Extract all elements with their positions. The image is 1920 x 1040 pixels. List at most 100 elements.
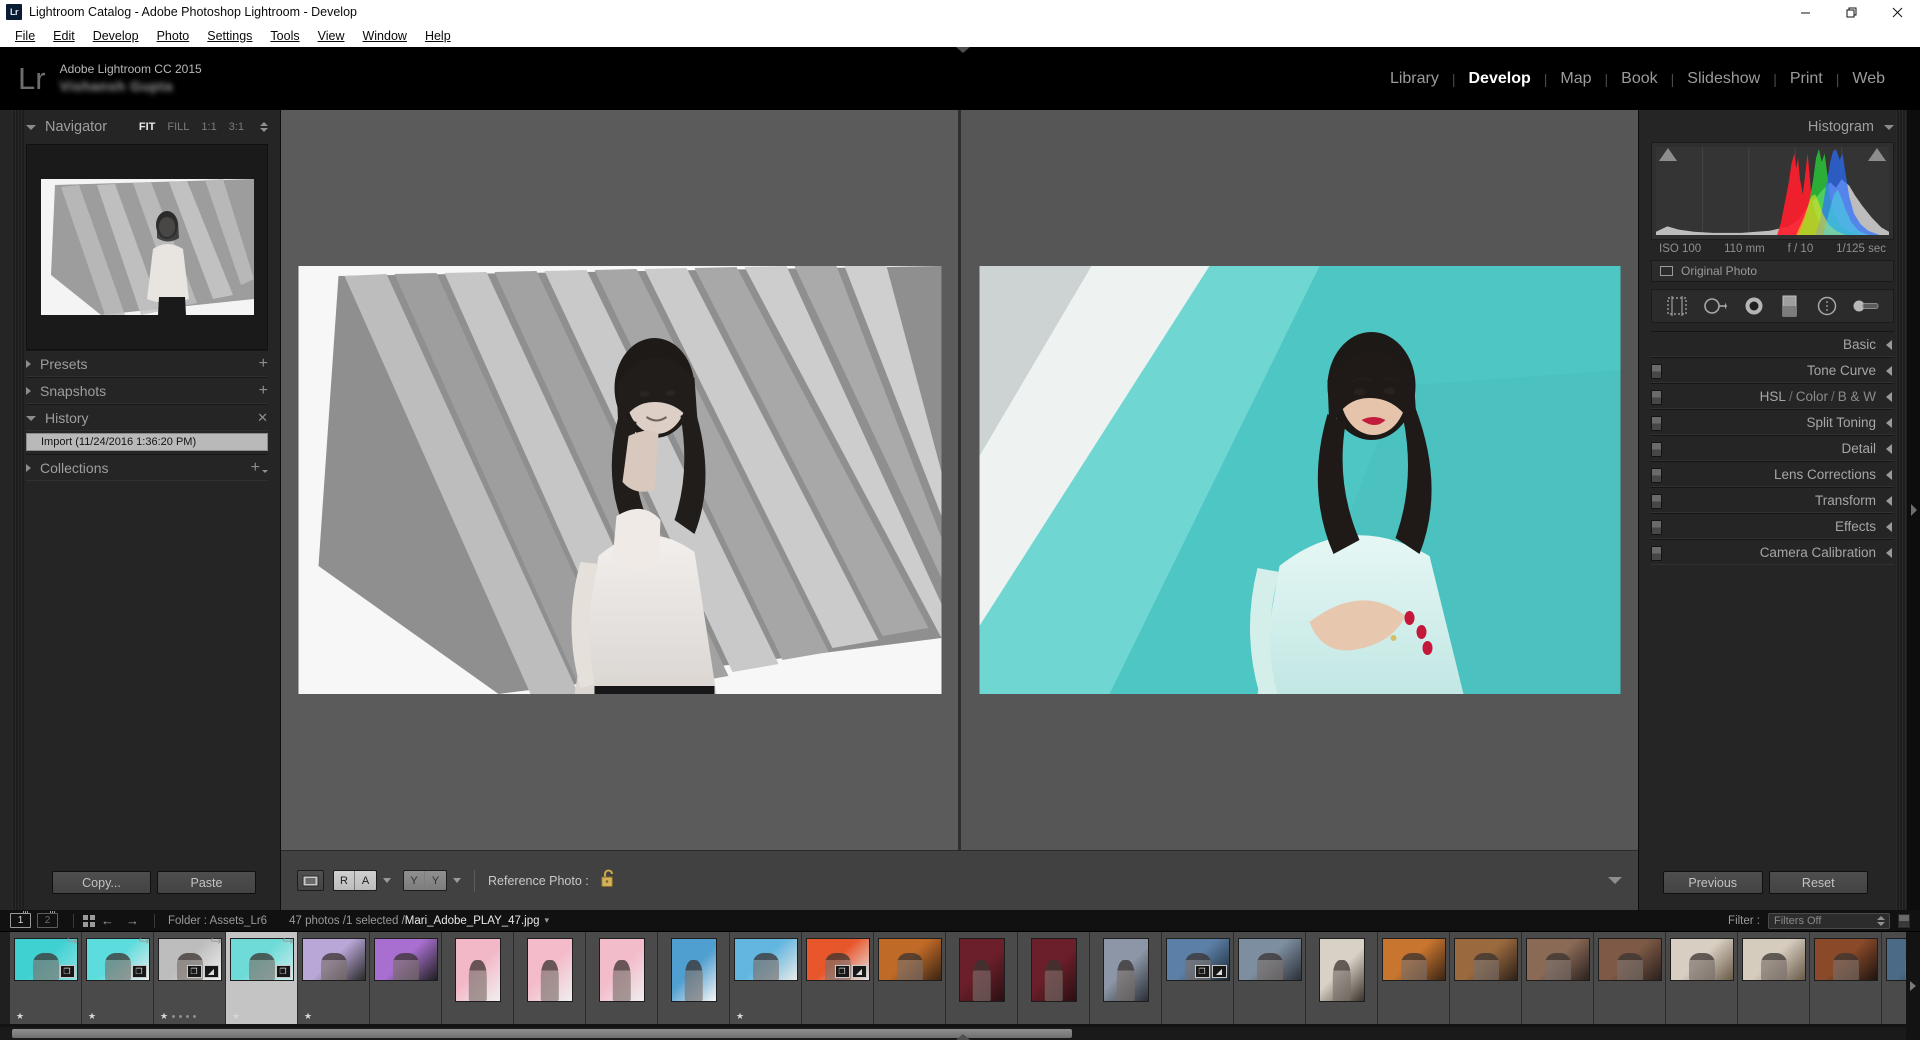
zoom-fit[interactable]: FIT xyxy=(139,121,156,133)
panel-hsl-switch[interactable] xyxy=(1651,390,1662,405)
filmstrip-thumbnail[interactable] xyxy=(442,932,514,1024)
filmstrip-expand-arrow[interactable] xyxy=(1906,932,1920,1040)
rating-dot-icon[interactable] xyxy=(186,1015,189,1018)
filter-stepper-icon[interactable] xyxy=(1877,916,1885,926)
panel-transform[interactable]: Transform xyxy=(1651,487,1894,513)
chevron-left-icon[interactable] xyxy=(1886,496,1892,506)
toolbar-options-caret-icon[interactable] xyxy=(1608,877,1622,884)
left-panel-grip[interactable] xyxy=(12,110,24,910)
star-icon[interactable]: ★ xyxy=(88,1012,96,1021)
before-after-toggle[interactable]: Y Y xyxy=(403,870,447,891)
zoom-3to1[interactable]: 3:1 xyxy=(229,121,244,133)
panel-presets[interactable]: Presets + xyxy=(26,350,268,377)
highlight-clipping-indicator[interactable] xyxy=(1868,148,1886,161)
unlocked-padlock-icon[interactable] xyxy=(601,869,616,893)
panel-detail-switch[interactable] xyxy=(1651,442,1662,457)
bw-tab[interactable]: B & W xyxy=(1838,389,1876,404)
module-book[interactable]: Book xyxy=(1608,70,1670,88)
module-library[interactable]: Library xyxy=(1377,70,1452,88)
filmstrip-thumbnail[interactable]: ★ xyxy=(298,932,370,1024)
flag-icon[interactable]: ↪ xyxy=(210,934,222,948)
module-map[interactable]: Map xyxy=(1547,70,1604,88)
panel-camera-calibration[interactable]: Camera Calibration xyxy=(1651,539,1894,565)
adjustment-brush-tool[interactable] xyxy=(1853,298,1879,314)
stack-badge-icon[interactable]: ❐ xyxy=(835,965,850,978)
filmstrip-toggle-arrow[interactable] xyxy=(956,1034,970,1040)
module-web[interactable]: Web xyxy=(1839,70,1898,88)
star-icon[interactable]: ★ xyxy=(304,1012,312,1021)
histogram-panel[interactable] xyxy=(1651,142,1894,240)
menu-settings[interactable]: Settings xyxy=(198,27,261,45)
reference-photo[interactable] xyxy=(298,266,941,694)
chevron-down-icon[interactable] xyxy=(26,416,36,421)
filmstrip-thumbnail[interactable]: ❐★↪ xyxy=(10,932,82,1024)
filmstrip-thumbnail[interactable]: ❐★↪ xyxy=(82,932,154,1024)
filmstrip-thumbnail[interactable] xyxy=(946,932,1018,1024)
ra-dropdown-caret-icon[interactable] xyxy=(383,878,391,883)
panel-lens-corrections[interactable]: Lens Corrections xyxy=(1651,461,1894,487)
active-photo-pane[interactable] xyxy=(961,110,1638,850)
second-monitor-button[interactable]: 2 xyxy=(37,913,58,928)
module-print[interactable]: Print xyxy=(1777,70,1836,88)
filmstrip-thumbnail[interactable] xyxy=(1306,932,1378,1024)
thumbnail-rating[interactable]: ★ xyxy=(16,1012,24,1021)
flag-icon[interactable]: ↪ xyxy=(66,934,78,948)
soft-proofing-row[interactable]: Original Photo xyxy=(1651,260,1894,282)
stack-badge-icon[interactable]: ❐ xyxy=(187,965,202,978)
go-back-icon[interactable]: ← xyxy=(101,913,114,928)
hsl-tab[interactable]: HSL xyxy=(1760,389,1786,404)
chevron-left-icon[interactable] xyxy=(1886,392,1892,402)
chevron-left-icon[interactable] xyxy=(1886,444,1892,454)
menu-help[interactable]: Help xyxy=(416,27,460,45)
panel-lens-corrections-switch[interactable] xyxy=(1651,468,1662,483)
panel-basic[interactable]: Basic xyxy=(1651,331,1894,357)
filter-select[interactable]: Filters Off xyxy=(1768,913,1890,929)
filmstrip-thumbnail[interactable]: ❐ ★ ↪ xyxy=(226,932,298,1024)
flag-icon[interactable]: ↪ xyxy=(138,934,150,948)
thumbnail-rating[interactable]: ★ xyxy=(160,1012,196,1021)
current-filename[interactable]: Mari_Adobe_PLAY_47.jpg xyxy=(405,915,540,927)
history-item[interactable]: Import (11/24/2016 1:36:20 PM) xyxy=(26,433,268,451)
thumbnail-rating[interactable]: ★ xyxy=(232,1012,240,1021)
filmstrip-thumbnail[interactable]: ❐◢ xyxy=(1162,932,1234,1024)
stack-badge-icon[interactable]: ❐ xyxy=(276,965,291,978)
color-tab[interactable]: Color xyxy=(1796,389,1828,404)
clear-history-icon[interactable]: ✕ xyxy=(257,410,268,426)
filmstrip-thumbnail[interactable] xyxy=(514,932,586,1024)
paste-button[interactable]: Paste xyxy=(157,871,256,894)
add-preset-icon[interactable]: + xyxy=(259,356,268,372)
chevron-right-icon[interactable] xyxy=(26,387,31,395)
panel-tone-curve-switch[interactable] xyxy=(1651,364,1662,379)
graduated-filter-tool[interactable] xyxy=(1780,295,1800,317)
minimize-button[interactable] xyxy=(1782,0,1828,24)
checkbox-icon[interactable] xyxy=(1660,266,1673,276)
filmstrip-thumbnail[interactable] xyxy=(1522,932,1594,1024)
chevron-left-icon[interactable] xyxy=(1886,470,1892,480)
yy-dropdown-caret-icon[interactable] xyxy=(453,878,461,883)
filmstrip-thumbnail[interactable] xyxy=(1234,932,1306,1024)
filmstrip-thumbnail[interactable] xyxy=(1450,932,1522,1024)
top-panel-toggle-arrow[interactable] xyxy=(956,47,970,53)
filmstrip-scrollbar[interactable] xyxy=(12,1029,1072,1038)
panel-history[interactable]: History ✕ xyxy=(26,404,268,431)
filter-flag-icon[interactable] xyxy=(1898,914,1910,928)
go-forward-icon[interactable]: → xyxy=(126,913,139,928)
spot-removal-tool[interactable] xyxy=(1703,296,1727,316)
panel-camera-calibration-switch[interactable] xyxy=(1651,546,1662,561)
rating-dot-icon[interactable] xyxy=(193,1015,196,1018)
filmstrip-thumbnail[interactable]: ★ xyxy=(730,932,802,1024)
menu-edit[interactable]: Edit xyxy=(44,27,84,45)
panel-tone-curve[interactable]: Tone Curve xyxy=(1651,357,1894,383)
loupe-view-icon[interactable] xyxy=(297,870,324,891)
identity-plate[interactable]: Adobe Lightroom CC 2015 Vishansh Gupta xyxy=(60,62,202,96)
filmstrip-thumbnail[interactable] xyxy=(658,932,730,1024)
stack-badge-icon[interactable]: ❐ xyxy=(1195,965,1210,978)
filmstrip-thumbnail[interactable] xyxy=(1378,932,1450,1024)
panel-split-toning-switch[interactable] xyxy=(1651,416,1662,431)
module-develop[interactable]: Develop xyxy=(1456,70,1544,88)
maximize-button[interactable] xyxy=(1828,0,1874,24)
filmstrip-thumbnail[interactable] xyxy=(586,932,658,1024)
filmstrip-thumbnail[interactable] xyxy=(370,932,442,1024)
flag-icon[interactable]: ↪ xyxy=(282,934,294,948)
panel-effects-switch[interactable] xyxy=(1651,520,1662,535)
